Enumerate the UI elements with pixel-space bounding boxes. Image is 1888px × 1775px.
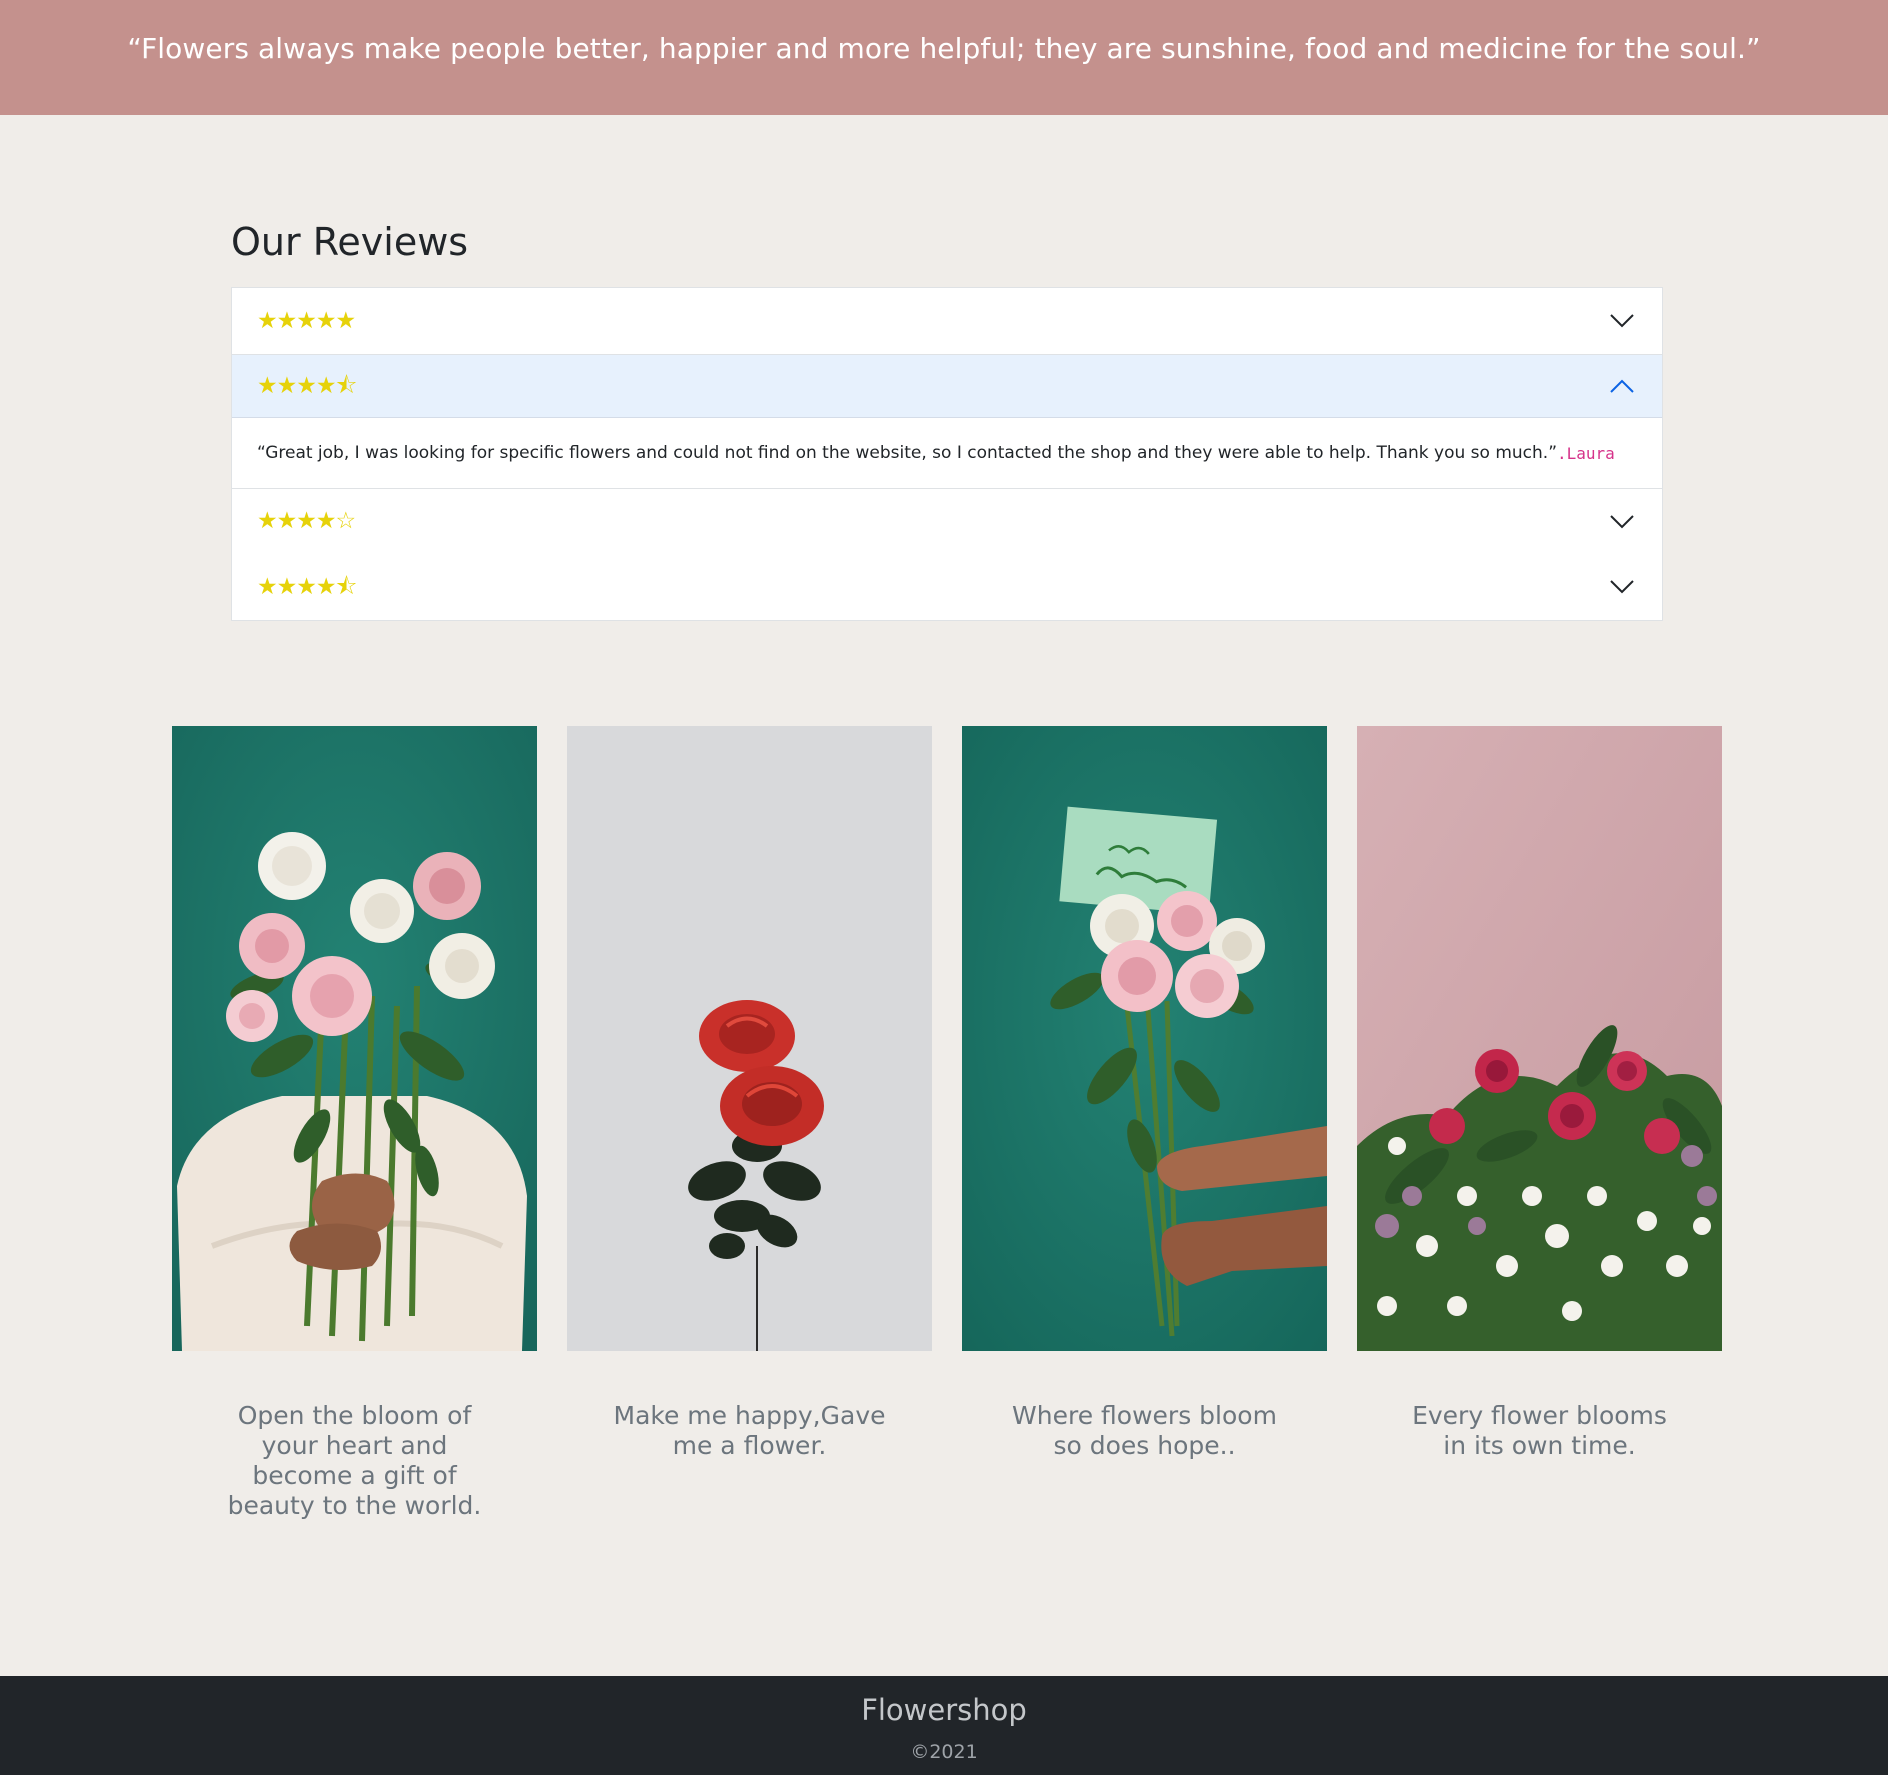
reviews-title: Our Reviews — [231, 220, 469, 264]
happy-birthday-bouquet-photo — [962, 726, 1327, 1351]
woman-holding-rose-bouquet-photo — [172, 726, 537, 1351]
chevron-down-icon — [1610, 314, 1634, 328]
footer-brand: Flowershop — [861, 1693, 1027, 1727]
quote-banner: “Flowers always make people better, happ… — [0, 0, 1888, 115]
star-rating-4-5: ★★★★⯪ — [257, 573, 357, 600]
review-item-2-header[interactable]: ★★★★⯪ — [232, 354, 1662, 418]
gallery-card-3: Where flowers bloom so does hope.. — [962, 726, 1327, 1460]
review-text: “Great job, I was looking for specific f… — [257, 443, 1558, 463]
chevron-down-icon — [1610, 580, 1634, 594]
gallery-caption-3: Where flowers bloom so does hope.. — [1012, 1401, 1277, 1460]
star-rating-5: ★★★★★ — [257, 307, 356, 334]
gallery-caption-2: Make me happy,Gave me a flower. — [613, 1401, 886, 1460]
footer-copyright: ©2021 — [910, 1741, 978, 1763]
gallery-card-2: Make me happy,Gave me a flower. — [567, 726, 932, 1460]
chevron-down-icon — [1610, 514, 1634, 528]
gallery-card-1: Open the bloom of your heart and become … — [172, 726, 537, 1520]
mixed-flowers-pink-background-photo — [1357, 726, 1722, 1351]
flower-gallery: Open the bloom of your heart and become … — [172, 726, 1722, 1520]
chevron-up-icon — [1610, 379, 1634, 393]
review-author: .Laura — [1557, 443, 1615, 463]
single-red-roses-photo — [567, 726, 932, 1351]
star-rating-4-5: ★★★★⯪ — [257, 372, 357, 399]
review-item-1-header[interactable]: ★★★★★ — [232, 288, 1662, 354]
review-item-4-header[interactable]: ★★★★⯪ — [232, 554, 1662, 620]
review-item-2-body: “Great job, I was looking for specific f… — [232, 418, 1662, 488]
gallery-card-4: Every flower blooms in its own time. — [1357, 726, 1722, 1460]
gallery-caption-1: Open the bloom of your heart and become … — [227, 1401, 482, 1520]
star-rating-4: ★★★★☆ — [257, 508, 356, 534]
page-footer: Flowershop ©2021 — [0, 1676, 1888, 1775]
gallery-caption-4: Every flower blooms in its own time. — [1412, 1401, 1667, 1460]
review-item-3-header[interactable]: ★★★★☆ — [232, 488, 1662, 554]
reviews-accordion: ★★★★★ ★★★★⯪ “Great job, I was looking fo… — [231, 287, 1663, 621]
banner-quote: “Flowers always make people better, happ… — [127, 32, 1761, 65]
